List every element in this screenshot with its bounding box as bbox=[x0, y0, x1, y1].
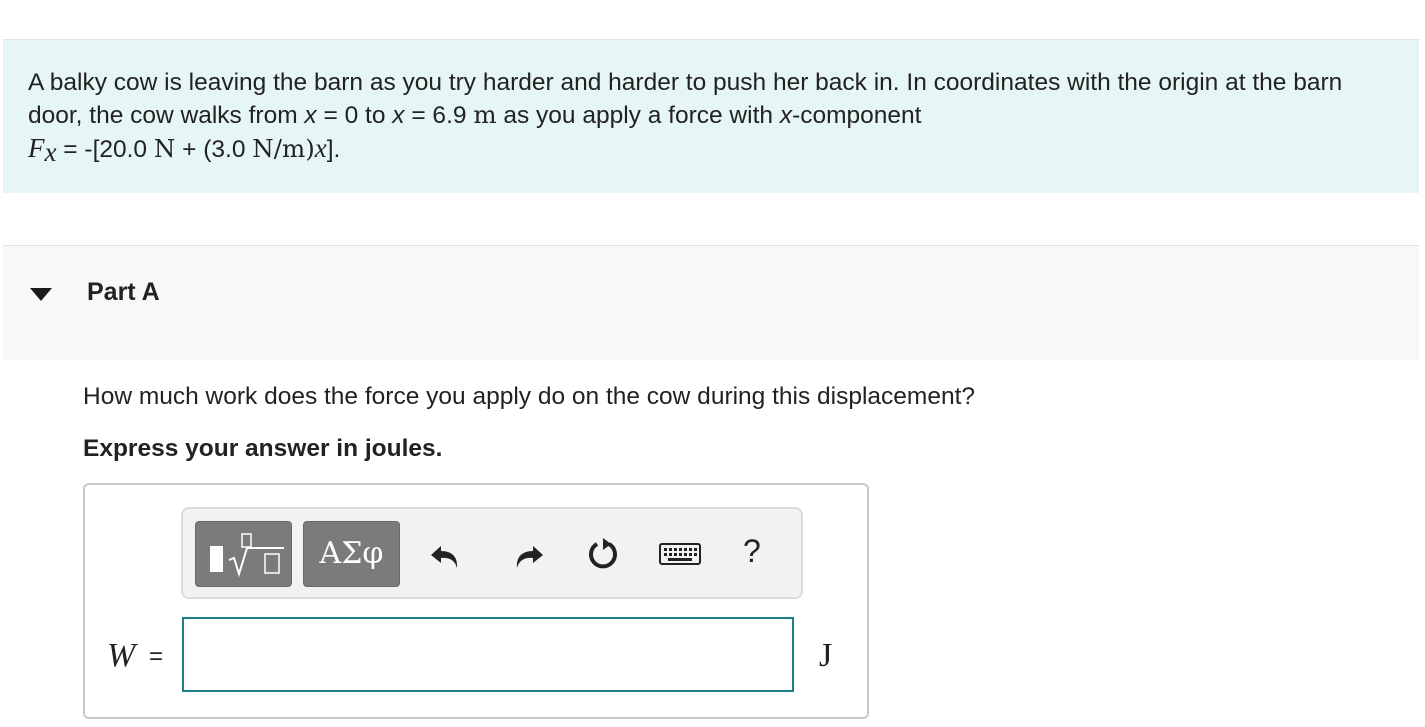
greek-symbols-button[interactable]: ΑΣφ bbox=[303, 521, 400, 587]
problem-text-3: -component bbox=[792, 102, 922, 129]
problem-text-2: as you apply a force with bbox=[496, 102, 780, 129]
var-x-3: x bbox=[779, 102, 793, 129]
problem-statement: A balky cow is leaving the barn as you t… bbox=[3, 40, 1419, 193]
templates-icon bbox=[210, 533, 284, 578]
unit-newton: N bbox=[153, 134, 176, 163]
force-text-3: ]. bbox=[326, 136, 341, 163]
question-text: How much work does the force you apply d… bbox=[83, 383, 976, 410]
force-symbol: F bbox=[28, 133, 45, 163]
undo-icon[interactable] bbox=[425, 532, 469, 576]
reset-icon[interactable] bbox=[581, 532, 625, 576]
force-text-1: = -[20.0 bbox=[56, 136, 154, 163]
unit-meters: m bbox=[473, 100, 497, 129]
part-a-header[interactable]: Part A bbox=[3, 245, 1419, 360]
collapse-caret-icon[interactable] bbox=[30, 288, 52, 301]
answer-input[interactable] bbox=[182, 617, 794, 692]
force-text-2: + (3.0 bbox=[175, 136, 253, 163]
keyboard-icon[interactable] bbox=[657, 532, 703, 576]
answer-instruction: Express your answer in joules. bbox=[83, 435, 443, 462]
force-subscript: x bbox=[44, 137, 57, 167]
answer-unit: J bbox=[819, 637, 833, 674]
var-x-4: x bbox=[314, 133, 327, 163]
math-toolbar: ΑΣφ ? bbox=[181, 507, 803, 599]
problem-text-distance: = 6.9 bbox=[404, 102, 474, 129]
answer-equals: = bbox=[149, 643, 164, 670]
unit-newton-per-meter: N/m) bbox=[252, 134, 315, 163]
answer-variable: W bbox=[107, 637, 136, 674]
part-title: Part A bbox=[87, 278, 160, 306]
help-button[interactable]: ? bbox=[743, 533, 761, 570]
templates-button[interactable] bbox=[195, 521, 292, 587]
var-x-2: x bbox=[392, 102, 405, 129]
problem-text-eq-zero: = 0 to bbox=[316, 102, 393, 129]
var-x-1: x bbox=[304, 102, 317, 129]
answer-box: ΑΣφ ? W = J bbox=[83, 483, 869, 719]
redo-icon[interactable] bbox=[505, 532, 549, 576]
